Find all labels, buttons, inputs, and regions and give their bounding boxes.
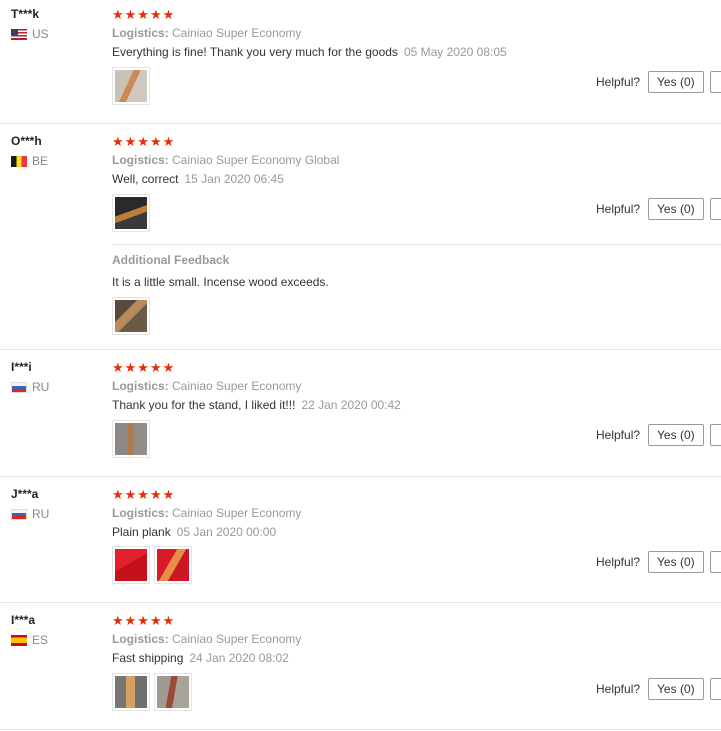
star-rating: ★★★★★ [112, 360, 176, 375]
logistics-value: Cainiao Super Economy Global [172, 153, 340, 167]
helpful-no-button[interactable] [710, 198, 721, 220]
review-photos [112, 194, 150, 232]
helpful-yes-button[interactable]: Yes (0) [648, 198, 704, 220]
country-code: US [32, 27, 49, 41]
additional-feedback-text: It is a little small. Incense wood excee… [112, 275, 329, 289]
review-text: Plain plank 05 Jan 2020 00:00 [112, 525, 276, 539]
review-photo-thumbnail[interactable] [112, 297, 150, 335]
logistics-label: Logistics: [112, 632, 169, 646]
helpful-no-button[interactable] [710, 424, 721, 446]
reviewer-name: I***a [11, 613, 36, 627]
country-code: RU [32, 380, 50, 394]
country-code: ES [32, 633, 49, 647]
reviewer-name: O***h [11, 134, 42, 148]
country-code: RU [32, 507, 50, 521]
review-photo-thumbnail[interactable] [154, 673, 192, 711]
comment-text: Everything is fine! Thank you very much … [112, 45, 398, 59]
helpful-no-button[interactable] [710, 551, 721, 573]
reviewer-country: US [11, 27, 49, 41]
review-item: I***i RU ★★★★★ Logistics: Cainiao Super … [0, 360, 721, 477]
helpful-no-button[interactable] [710, 71, 721, 93]
review-photos [112, 673, 192, 711]
star-rating: ★★★★★ [112, 487, 176, 502]
reviewer-country: ES [11, 633, 48, 647]
reviewer-country: BE [11, 154, 48, 168]
helpful-label: Helpful? [596, 555, 641, 569]
logistics-label: Logistics: [112, 506, 169, 520]
helpful-yes-button[interactable]: Yes (0) [648, 424, 704, 446]
review-photos [112, 420, 150, 458]
helpful-no-button[interactable] [710, 678, 721, 700]
star-rating: ★★★★★ [112, 7, 176, 22]
review-date: 15 Jan 2020 06:45 [184, 172, 284, 186]
review-text: Everything is fine! Thank you very much … [112, 45, 507, 59]
star-rating: ★★★★★ [112, 613, 176, 628]
review-item: O***h BE ★★★★★ Logistics: Cainiao Super … [0, 134, 721, 350]
additional-feedback-divider [112, 244, 721, 245]
helpful-label: Helpful? [596, 75, 641, 89]
logistics-info: Logistics: Cainiao Super Economy [112, 379, 301, 393]
helpful-section: Helpful? Yes (0) [596, 71, 704, 93]
review-date: 05 Jan 2020 00:00 [176, 525, 277, 539]
review-photo-thumbnail[interactable] [112, 420, 150, 458]
review-photo-thumbnail[interactable] [154, 546, 192, 584]
logistics-value: Cainiao Super Economy [172, 26, 302, 40]
us-flag-icon [11, 28, 27, 40]
helpful-yes-button[interactable]: Yes (0) [648, 678, 704, 700]
logistics-value: Cainiao Super Economy [172, 379, 302, 393]
review-photo-thumbnail[interactable] [112, 194, 150, 232]
review-text: Well, correct 15 Jan 2020 06:45 [112, 172, 284, 186]
review-date: 22 Jan 2020 00:42 [301, 398, 401, 412]
be-flag-icon [11, 155, 27, 167]
logistics-label: Logistics: [112, 379, 169, 393]
review-date: 24 Jan 2020 08:02 [189, 651, 289, 665]
es-flag-icon [11, 634, 27, 646]
reviewer-country: RU [11, 380, 49, 394]
logistics-info: Logistics: Cainiao Super Economy Global [112, 153, 339, 167]
additional-feedback-photos [112, 297, 150, 335]
comment-text: Thank you for the stand, I liked it!!! [112, 398, 296, 412]
logistics-info: Logistics: Cainiao Super Economy [112, 26, 301, 40]
review-photo-thumbnail[interactable] [112, 673, 150, 711]
review-photo-thumbnail[interactable] [112, 67, 150, 105]
additional-feedback-title: Additional Feedback [112, 253, 230, 267]
review-photos [112, 546, 192, 584]
country-code: BE [32, 154, 49, 168]
review-text: Thank you for the stand, I liked it!!! 22… [112, 398, 401, 412]
logistics-info: Logistics: Cainiao Super Economy [112, 506, 301, 520]
helpful-yes-button[interactable]: Yes (0) [648, 551, 704, 573]
reviewer-country: RU [11, 507, 49, 521]
review-text: Fast shipping 24 Jan 2020 08:02 [112, 651, 289, 665]
reviewer-name: T***k [11, 7, 40, 21]
reviewer-name: I***i [11, 360, 32, 374]
review-photos [112, 67, 150, 105]
helpful-section: Helpful? Yes (0) [596, 678, 704, 700]
helpful-label: Helpful? [596, 202, 641, 216]
helpful-section: Helpful? Yes (0) [596, 551, 704, 573]
helpful-label: Helpful? [596, 682, 641, 696]
logistics-label: Logistics: [112, 153, 169, 167]
helpful-yes-button[interactable]: Yes (0) [648, 71, 704, 93]
comment-text: Well, correct [112, 172, 179, 186]
helpful-label: Helpful? [596, 428, 641, 442]
comment-text: Plain plank [112, 525, 171, 539]
reviewer-name: J***a [11, 487, 39, 501]
ru-flag-icon [11, 508, 27, 520]
logistics-value: Cainiao Super Economy [172, 632, 302, 646]
logistics-value: Cainiao Super Economy [172, 506, 302, 520]
review-photo-thumbnail[interactable] [112, 546, 150, 584]
star-rating: ★★★★★ [112, 134, 176, 149]
ru-flag-icon [11, 381, 27, 393]
review-item: T***k US ★★★★★ Logistics: Cainiao Super … [0, 7, 721, 124]
helpful-section: Helpful? Yes (0) [596, 424, 704, 446]
review-item: J***a RU ★★★★★ Logistics: Cainiao Super … [0, 487, 721, 603]
comment-text: Fast shipping [112, 651, 184, 665]
review-date: 05 May 2020 08:05 [403, 45, 507, 59]
logistics-info: Logistics: Cainiao Super Economy [112, 632, 301, 646]
helpful-section: Helpful? Yes (0) [596, 198, 704, 220]
logistics-label: Logistics: [112, 26, 169, 40]
review-item: I***a ES ★★★★★ Logistics: Cainiao Super … [0, 613, 721, 730]
